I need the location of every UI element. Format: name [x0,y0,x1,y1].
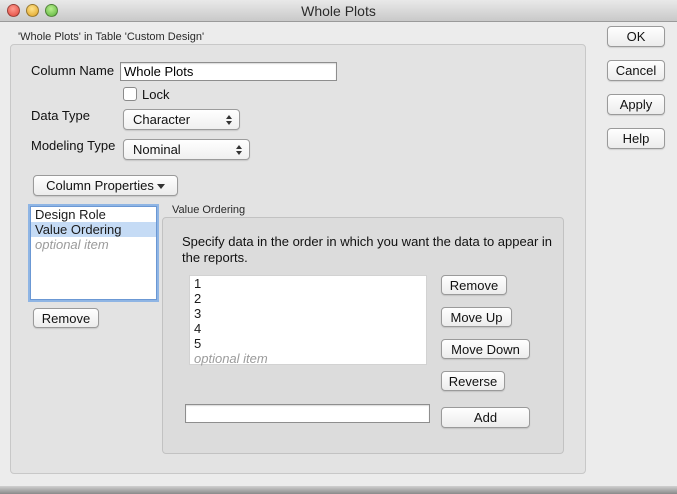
dialog-header-label: 'Whole Plots' in Table 'Custom Design' [18,31,205,43]
column-properties-menu-button[interactable]: Column Properties [33,175,178,196]
value-ordering-instructions: Specify data in the order in which you w… [182,234,553,265]
data-type-value: Character [133,112,191,127]
lock-checkbox[interactable] [123,87,137,101]
move-up-button[interactable]: Move Up [441,307,512,327]
modeling-type-label: Modeling Type [31,138,116,153]
apply-button[interactable]: Apply [607,94,665,115]
properties-list[interactable]: Design Role Value Ordering optional item [30,206,157,300]
column-properties-label: Column Properties [46,178,154,193]
cancel-button[interactable]: Cancel [607,60,665,81]
move-down-button[interactable]: Move Down [441,339,530,359]
modeling-type-value: Nominal [133,142,181,157]
title-bar: Whole Plots [0,0,677,22]
window-title: Whole Plots [301,3,376,19]
list-item[interactable]: 4 [190,321,426,336]
updown-arrows-icon [225,113,233,127]
list-item[interactable]: 5 [190,336,426,351]
data-type-select[interactable]: Character [123,109,240,130]
updown-arrows-icon [235,143,243,157]
remove-value-button[interactable]: Remove [441,275,507,295]
data-type-label: Data Type [31,108,91,123]
window-bottom-edge [0,486,677,494]
lock-label: Lock [142,87,170,102]
value-ordering-list[interactable]: 1 2 3 4 5 optional item [189,275,427,366]
add-value-button[interactable]: Add [441,407,530,428]
list-placeholder[interactable]: optional item [31,237,156,252]
help-button[interactable]: Help [607,128,665,149]
modeling-type-select[interactable]: Nominal [123,139,250,160]
ok-button[interactable]: OK [607,26,665,47]
new-value-input[interactable] [185,404,430,423]
list-item[interactable]: 1 [190,276,426,291]
list-item[interactable]: 3 [190,306,426,321]
remove-property-button[interactable]: Remove [33,308,99,328]
column-name-input[interactable] [120,62,337,81]
column-name-label: Column Name [31,63,115,78]
list-placeholder[interactable]: optional item [190,351,426,366]
list-item-design-role[interactable]: Design Role [31,207,156,222]
chevron-down-icon [156,184,165,190]
list-item[interactable]: 2 [190,291,426,306]
list-item-value-ordering[interactable]: Value Ordering [31,222,156,237]
reverse-button[interactable]: Reverse [441,371,505,391]
value-ordering-group-label: Value Ordering [172,204,246,216]
